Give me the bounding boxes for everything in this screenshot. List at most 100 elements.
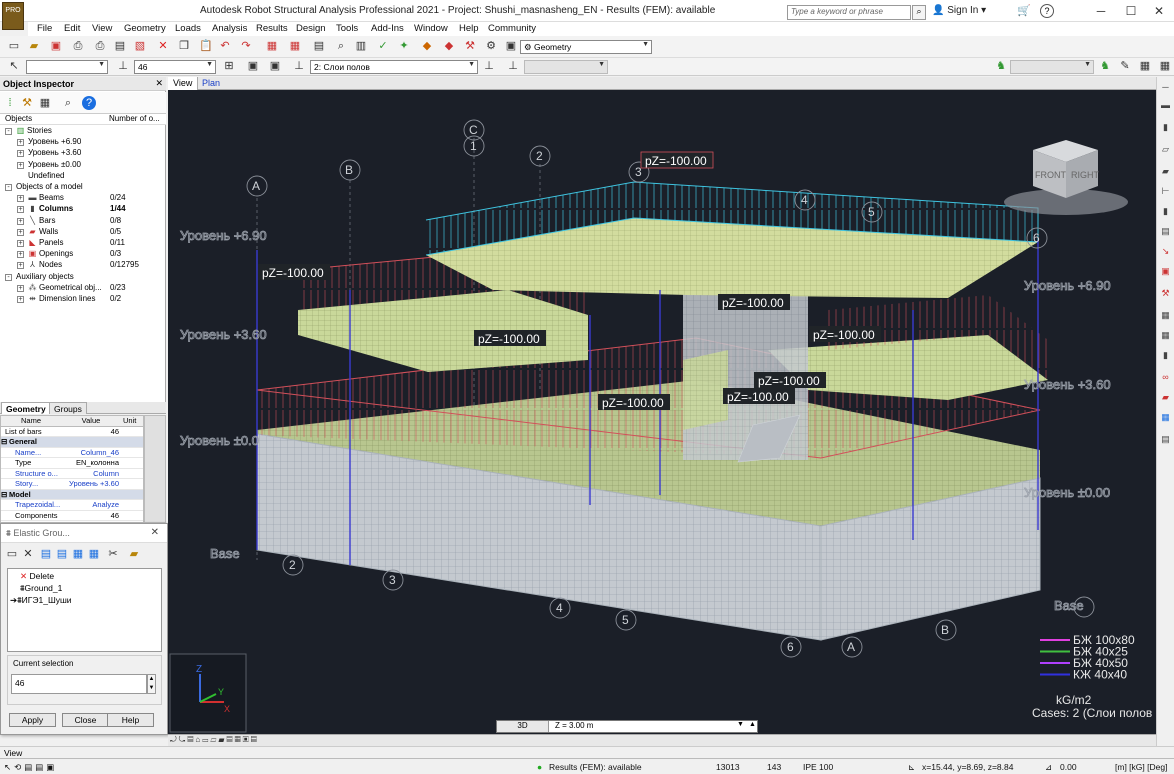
- screen-capture-icon[interactable]: ▤: [113, 39, 127, 53]
- delete-icon[interactable]: ▧: [133, 39, 147, 53]
- material-tool-icon[interactable]: ▰: [1159, 165, 1172, 177]
- filter-tree-icon[interactable]: ⚒: [20, 96, 34, 110]
- panel-tool-icon[interactable]: ▮: [1159, 205, 1172, 217]
- section-tool-icon[interactable]: ▱: [1159, 143, 1172, 155]
- tree-item[interactable]: + ⁂ Geometrical obj... 0/23: [0, 283, 163, 294]
- tree-item[interactable]: + ▬ Beams 0/24: [0, 193, 163, 204]
- tree-item[interactable]: + Уровень +3.60: [0, 148, 163, 159]
- search-input[interactable]: Type a keyword or phrase: [787, 5, 911, 20]
- property-section[interactable]: ⊟ Model: [1, 489, 143, 500]
- menu-analysis[interactable]: Analysis: [212, 23, 247, 34]
- view-tools-icon[interactable]: ⤾⤿▤⌂▭▱▰▤▦▣▤: [170, 735, 259, 745]
- view-cube[interactable]: FRONT RIGHT: [1004, 140, 1128, 215]
- tree-item[interactable]: + ⅄ Nodes 0/12795: [0, 260, 163, 271]
- cut-icon[interactable]: ✂: [106, 547, 120, 561]
- case-down-icon[interactable]: ⊥: [506, 59, 520, 73]
- redo-icon[interactable]: ↷: [239, 39, 253, 53]
- expand-icon[interactable]: +: [17, 195, 24, 203]
- tree-item[interactable]: + Уровень ±0.00: [0, 160, 163, 171]
- chevron-down-icon[interactable]: ▼: [737, 721, 744, 728]
- load-tool-icon[interactable]: ↘: [1159, 245, 1172, 257]
- tree-item[interactable]: + ▣ Openings 0/3: [0, 249, 163, 260]
- structure-model-icon[interactable]: ♞: [994, 59, 1008, 73]
- expand-icon[interactable]: +: [17, 217, 24, 225]
- menu-loads[interactable]: Loads: [175, 23, 201, 34]
- chevron-up-icon[interactable]: ▲: [749, 721, 756, 728]
- paste-icon[interactable]: 📋: [198, 39, 213, 53]
- tab-groups[interactable]: Groups: [49, 402, 87, 414]
- copy-icon[interactable]: ❐: [177, 39, 191, 53]
- rc-design-icon[interactable]: ◆: [442, 39, 456, 53]
- icons-view-icon[interactable]: ▦: [71, 547, 85, 561]
- collapse-icon[interactable]: ⊟: [1, 490, 7, 499]
- close-window-button[interactable]: ✕: [1144, 0, 1174, 22]
- table-tool-icon[interactable]: ▦: [1159, 411, 1172, 423]
- table-icon[interactable]: ▦: [265, 39, 279, 53]
- print-icon[interactable]: ⎙: [71, 39, 85, 53]
- expand-icon[interactable]: +: [17, 161, 24, 169]
- expand-icon[interactable]: +: [17, 150, 24, 158]
- expand-icon[interactable]: +: [17, 228, 24, 236]
- binoculars-icon[interactable]: ⌕: [912, 5, 926, 20]
- tree-item[interactable]: + ⇹ Dimension lines 0/2: [0, 294, 163, 305]
- delete-icon[interactable]: ✕: [21, 547, 35, 561]
- snap-icon[interactable]: ✎: [1118, 59, 1132, 73]
- expand-icon[interactable]: +: [17, 240, 24, 247]
- bar-selection-icon[interactable]: ⊥: [116, 59, 130, 73]
- tree-item[interactable]: + ◣ Panels 0/11: [0, 238, 163, 249]
- selection-type-select[interactable]: ▼: [26, 60, 108, 74]
- tiles-view-icon[interactable]: ▦: [87, 547, 101, 561]
- expand-icon[interactable]: +: [17, 251, 24, 259]
- collapse-icon[interactable]: ⊟: [1, 437, 7, 446]
- view-options-icon[interactable]: ▦: [1158, 59, 1172, 73]
- tree-item[interactable]: + ╲ Bars 0/8: [0, 216, 163, 227]
- menu-geometry[interactable]: Geometry: [124, 23, 166, 34]
- cable-tool-icon[interactable]: ▰: [1159, 391, 1172, 403]
- collapse-icon[interactable]: -: [5, 128, 12, 135]
- tree-item[interactable]: - Auxiliary objects: [0, 272, 163, 283]
- cut-icon[interactable]: ✕: [156, 39, 170, 53]
- folder-icon[interactable]: ▰: [127, 547, 141, 561]
- tab-geometry[interactable]: Geometry: [1, 402, 51, 414]
- tree-item[interactable]: Undefined: [0, 171, 163, 182]
- spring-tool-icon[interactable]: ▮: [1159, 349, 1172, 361]
- undo-icon[interactable]: ↶: [218, 39, 232, 53]
- property-row[interactable]: List of bars 46: [1, 427, 143, 437]
- tree-item[interactable]: + ▰ Walls 0/5: [0, 227, 163, 238]
- menu-add-ins[interactable]: Add-Ins: [371, 23, 404, 34]
- property-row[interactable]: Structure o... Column: [1, 469, 143, 479]
- bar-tool-icon[interactable]: ▬: [1159, 99, 1172, 111]
- node-tool-icon[interactable]: ─: [1159, 81, 1172, 93]
- expand-icon[interactable]: +: [17, 284, 24, 292]
- previous-case-icon[interactable]: ▣: [246, 59, 260, 73]
- tree-item[interactable]: + ▮ Columns 1/44: [0, 204, 163, 215]
- list-item[interactable]: ➔⩩ИГЭ1_Шуши: [10, 595, 72, 606]
- tree-item[interactable]: - ▥ Stories: [0, 126, 163, 137]
- combination-tool-icon[interactable]: ▣: [1159, 265, 1172, 277]
- settings-icon[interactable]: ⚙: [484, 39, 498, 53]
- layout-select[interactable]: ⚙ Geometry ▼: [520, 40, 652, 54]
- case-up-icon[interactable]: ⊥: [482, 59, 496, 73]
- link-tool-icon[interactable]: ∞: [1159, 371, 1172, 383]
- minimize-button[interactable]: ─: [1086, 0, 1116, 22]
- model-3d-view[interactable]: Уровень +6.90 Уровень +3.60 Уровень ±0.0…: [168, 90, 1156, 734]
- apply-button[interactable]: Apply: [9, 713, 56, 727]
- menu-results[interactable]: Results: [256, 23, 288, 34]
- hammer-icon[interactable]: ⚒: [463, 39, 477, 53]
- close-button[interactable]: Close: [62, 713, 109, 727]
- save-icon[interactable]: ▣: [49, 39, 63, 53]
- menu-file[interactable]: File: [37, 23, 52, 34]
- tables-tool-icon[interactable]: ▤: [1159, 433, 1172, 445]
- layout-icon[interactable]: ▣: [504, 39, 518, 53]
- bar-number-input[interactable]: 46 ▼: [134, 60, 216, 74]
- mesh-icon[interactable]: ♞: [1098, 59, 1112, 73]
- mesh-tool-icon[interactable]: ▦: [1159, 309, 1172, 321]
- design-steel-icon[interactable]: ◆: [420, 39, 434, 53]
- view-cube-front[interactable]: FRONT: [1035, 170, 1066, 180]
- tables-icon[interactable]: ▦: [288, 39, 302, 53]
- tab-3d[interactable]: 3D: [497, 721, 549, 732]
- select-cursor-icon[interactable]: ↖: [7, 59, 21, 73]
- property-row[interactable]: Components 46: [1, 511, 143, 521]
- tab-plan[interactable]: Plan: [198, 77, 224, 90]
- help-icon[interactable]: ?: [82, 96, 96, 110]
